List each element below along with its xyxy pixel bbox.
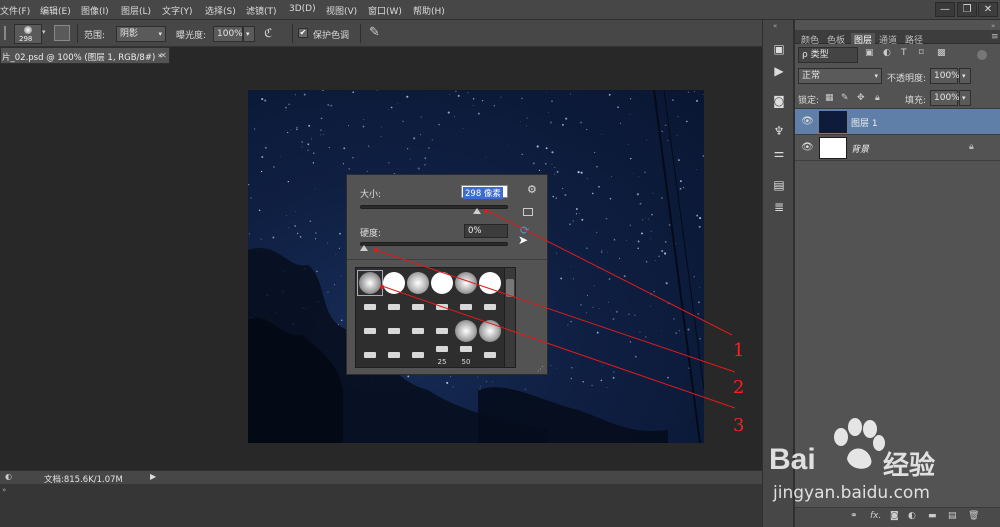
filter-type-icon[interactable]: T (901, 48, 907, 58)
tab-swatches[interactable]: 色板 (827, 33, 845, 46)
watermark-brand-cn: 经验 (883, 451, 936, 481)
lock-label: 锁定: (798, 96, 820, 106)
brush-presets-icon[interactable]: ⚌ (769, 144, 789, 162)
layer-name: 图层 1 (851, 119, 878, 129)
expand-icon[interactable]: » (2, 486, 6, 494)
lock-all-icon[interactable]: 🔒︎ (875, 93, 880, 103)
annotation-number-3: 3 (733, 415, 745, 436)
annotation-number-2: 2 (733, 377, 745, 398)
adjust-icon[interactable]: ◙ (769, 92, 789, 110)
lock-icon: 🔒︎ (969, 142, 974, 152)
paragraph-icon[interactable]: ≣ (769, 198, 789, 216)
lock-position-icon[interactable]: ✥ (857, 93, 865, 103)
layer-row[interactable]: 👁︎ 图层 1 (795, 109, 1000, 135)
lock-pixels-icon[interactable]: ✎ (841, 93, 849, 103)
opacity-input[interactable]: 100% (930, 68, 960, 84)
filter-toggle-icon[interactable] (977, 50, 987, 60)
layer-row[interactable]: 👁︎ 背景 🔒︎ (795, 135, 1000, 161)
opacity-slider-toggle[interactable]: ▾ (959, 68, 971, 84)
status-menu-arrow-icon[interactable]: ▶ (150, 472, 156, 481)
collapse-icon[interactable]: « (773, 22, 777, 30)
tab-color[interactable]: 颜色 (801, 33, 819, 46)
filter-adjustment-icon[interactable]: ◐ (883, 48, 891, 58)
tab-channels[interactable]: 通道 (879, 33, 897, 46)
fill-slider-toggle[interactable]: ▾ (959, 90, 971, 106)
status-bar: ◐ 文档:815.6K/1.07M ▶ (0, 470, 762, 485)
panel-tab-bar (795, 30, 1000, 44)
eye-icon[interactable]: 👁︎ (801, 142, 814, 153)
zoom-icon[interactable]: ◐ (5, 472, 12, 481)
layer-thumbnail (819, 137, 847, 159)
watermark-brand: Bai (769, 443, 816, 476)
watermark-url: jingyan.baidu.com (773, 483, 930, 503)
panel-collapse-icon[interactable]: » (991, 22, 995, 30)
actions-play-icon[interactable]: ▶ (769, 62, 789, 80)
chevron-down-icon: ▾ (874, 72, 878, 80)
fill-label: 填充: (905, 96, 927, 106)
blend-mode-select[interactable]: 正常 ▾ (798, 68, 882, 84)
blend-mode-value: 正常 (802, 71, 821, 81)
annotation-number-1: 1 (733, 340, 745, 361)
baidu-watermark: Bai 经验 jingyan.baidu.com (765, 415, 1000, 525)
layer-name: 背景 (851, 145, 870, 155)
filter-shape-icon[interactable]: ⌑ (919, 48, 924, 58)
opacity-label: 不透明度: (887, 74, 927, 84)
paw-logo-icon (834, 418, 885, 469)
layer-thumbnail (819, 111, 847, 133)
layer-filter-select[interactable]: ρ 类型 (798, 47, 858, 63)
lock-transparent-icon[interactable]: ▦ (825, 93, 834, 103)
fill-input[interactable]: 100% (930, 90, 960, 106)
history-icon[interactable]: ▣ (769, 40, 789, 58)
layer-filter-label: ρ 类型 (802, 50, 829, 60)
character-icon[interactable]: ▤ (769, 176, 789, 194)
tab-paths[interactable]: 路径 (905, 33, 923, 46)
filter-pixel-icon[interactable]: ▣ (865, 48, 874, 58)
tab-layers[interactable]: 图层 (851, 33, 876, 46)
panel-menu-icon[interactable]: ≡ (991, 32, 999, 42)
eye-icon[interactable]: 👁︎ (801, 116, 814, 127)
brush-icon[interactable]: ♆ (769, 122, 789, 140)
filter-smart-object-icon[interactable]: ▩ (937, 48, 946, 58)
